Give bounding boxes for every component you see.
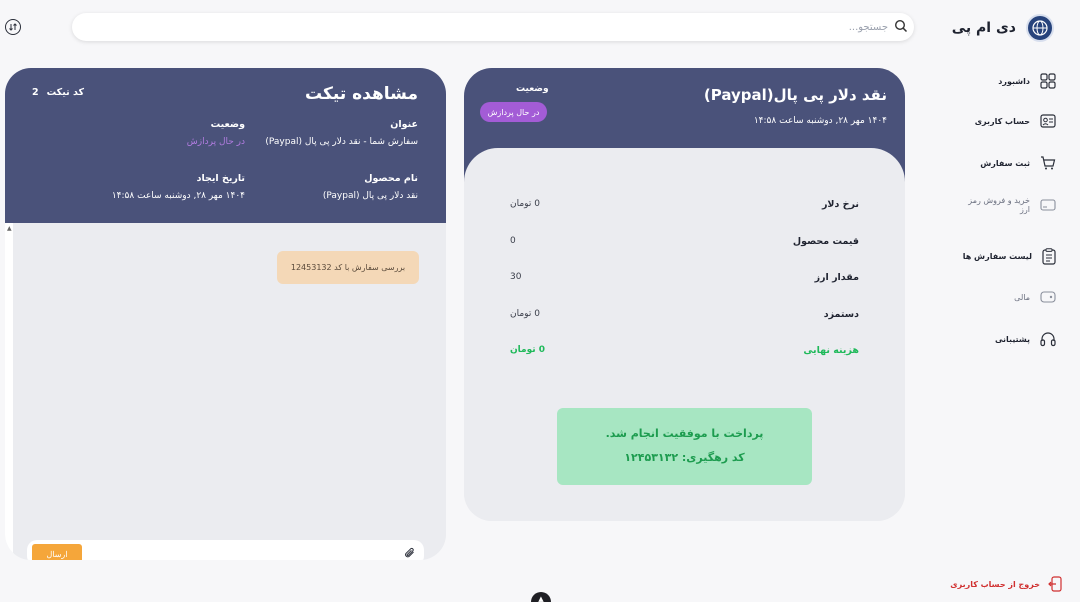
send-button[interactable]: ارسال [32, 544, 82, 560]
ticket-code: 2 کد تیکت [32, 87, 84, 98]
scroll-down-icon[interactable]: ▼ [7, 551, 12, 558]
order-row-label: هزینه نهایی [803, 345, 859, 356]
grid-icon [1040, 73, 1056, 89]
order-row-label: نرخ دلار [821, 199, 859, 210]
message-input[interactable] [89, 544, 389, 560]
ticket-status-label: وضعیت [210, 119, 245, 130]
sidebar-item-label: داشبورد [998, 76, 1030, 86]
ticket-header: مشاهده تیکت 2 کد تیکت عنوان سفارش شما - … [5, 68, 446, 223]
sidebar-item-label: ثبت سفارش [980, 158, 1030, 168]
sidebar: داشبورد حساب کاربری ثبت سفارش خرید و فرو… [960, 56, 1080, 602]
sidebar-item-label: پشتیبانی [994, 334, 1030, 344]
sidebar-item-label: خرید و فروش رمز ارز [968, 196, 1030, 214]
cart-icon [1041, 156, 1056, 170]
globe-icon [1032, 20, 1048, 36]
logout-icon [1048, 576, 1062, 592]
ticket-subject-label: عنوان [390, 119, 418, 130]
chat-area[interactable]: بررسی سفارش با کد 12453132 [13, 223, 446, 560]
search-bar[interactable] [72, 13, 914, 41]
ticket-product-label: نام محصول [364, 173, 418, 184]
ticket-card: مشاهده تیکت 2 کد تیکت عنوان سفارش شما - … [5, 68, 446, 560]
paperclip-icon[interactable] [404, 547, 416, 559]
ticket-created-label: تاریخ ایجاد [196, 173, 245, 184]
sidebar-item-crypto[interactable]: خرید و فروش رمز ارز [956, 196, 1056, 214]
ticket-code-value: 2 [32, 87, 39, 98]
logout-label: خروج از حساب کاربری [950, 579, 1040, 589]
order-row-value: 0 تومان [510, 309, 540, 319]
ticket-product: نقد دلار پی پال (Paypal) [322, 191, 418, 201]
scroll-top-icon[interactable]: ▲ [531, 592, 551, 602]
order-details-card: نقد دلار پی پال(Paypal) ۱۴۰۴ مهر ۲۸, دوش… [464, 68, 905, 521]
search-icon[interactable] [894, 19, 908, 33]
order-date: ۱۴۰۴ مهر ۲۸, دوشنبه ساعت ۱۴:۵۸ [753, 116, 887, 126]
message-composer[interactable]: ارسال [27, 540, 424, 560]
theme-toggle-icon[interactable] [5, 19, 21, 35]
sidebar-item-label: حساب کاربری [974, 116, 1030, 126]
order-row-value: 0 تومان [510, 199, 540, 209]
order-row-label: دستمزد [823, 309, 859, 320]
ticket-subject: سفارش شما - نقد دلار پی پال (Paypal) [265, 137, 418, 147]
order-row-price: قیمت محصول 0 [510, 236, 859, 252]
sidebar-item-label: مالی [1014, 292, 1030, 302]
order-row-value: 30 [510, 272, 522, 282]
logo [1026, 14, 1054, 42]
top-bar: دی ام پی [0, 0, 1080, 56]
order-row-value: 0 [510, 236, 516, 246]
sidebar-item-label: لیست سفارش ها [962, 252, 1032, 261]
brand[interactable]: دی ام پی [952, 14, 1054, 42]
order-row-amount: مقدار ارز 30 [510, 272, 859, 288]
clipboard-list-icon [1042, 248, 1056, 265]
scroll-up-icon[interactable]: ▲ [7, 225, 12, 232]
order-row-label: قیمت محصول [792, 236, 859, 247]
sidebar-item-account[interactable]: حساب کاربری [956, 114, 1056, 128]
id-card-icon [1040, 114, 1056, 128]
headset-icon [1040, 332, 1056, 347]
sidebar-item-dashboard[interactable]: داشبورد [956, 73, 1056, 89]
logout-button[interactable]: خروج از حساب کاربری [950, 576, 1062, 592]
wallet-icon [1040, 291, 1056, 303]
order-status-label: وضعیت [516, 84, 549, 94]
order-row-rate: نرخ دلار 0 تومان [510, 199, 859, 215]
wallet-card-icon [1040, 199, 1056, 211]
order-row-total: هزینه نهایی 0 تومان [510, 345, 859, 361]
sidebar-item-finance[interactable]: مالی [956, 290, 1056, 304]
ticket-status: در حال پردازش [186, 137, 245, 147]
sidebar-item-new-order[interactable]: ثبت سفارش [956, 155, 1056, 171]
sidebar-item-orders[interactable]: لیست سفارش ها [956, 248, 1056, 265]
order-title: نقد دلار پی پال(Paypal) [703, 86, 887, 104]
order-row-fee: دستمزد 0 تومان [510, 309, 859, 325]
search-input[interactable] [108, 17, 888, 37]
sidebar-item-support[interactable]: پشتیبانی [956, 331, 1056, 347]
order-status-badge: در حال پردازش [480, 102, 547, 122]
order-row-value: 0 تومان [510, 345, 546, 355]
brand-name: دی ام پی [951, 20, 1016, 36]
ticket-title: مشاهده تیکت [305, 84, 418, 104]
payment-success-box: پرداخت با موفقیت انجام شد. کد رهگیری: ۱۲… [557, 408, 812, 485]
chat-message: بررسی سفارش با کد 12453132 [277, 251, 419, 284]
order-row-label: مقدار ارز [814, 272, 859, 283]
tracking-code: کد رهگیری: ۱۲۴۵۳۱۳۲ [624, 451, 745, 464]
ticket-created: ۱۴۰۴ مهر ۲۸, دوشنبه ساعت ۱۴:۵۸ [111, 191, 245, 201]
ticket-code-label: کد تیکت [46, 87, 84, 98]
payment-success-message: پرداخت با موفقیت انجام شد. [605, 427, 764, 440]
